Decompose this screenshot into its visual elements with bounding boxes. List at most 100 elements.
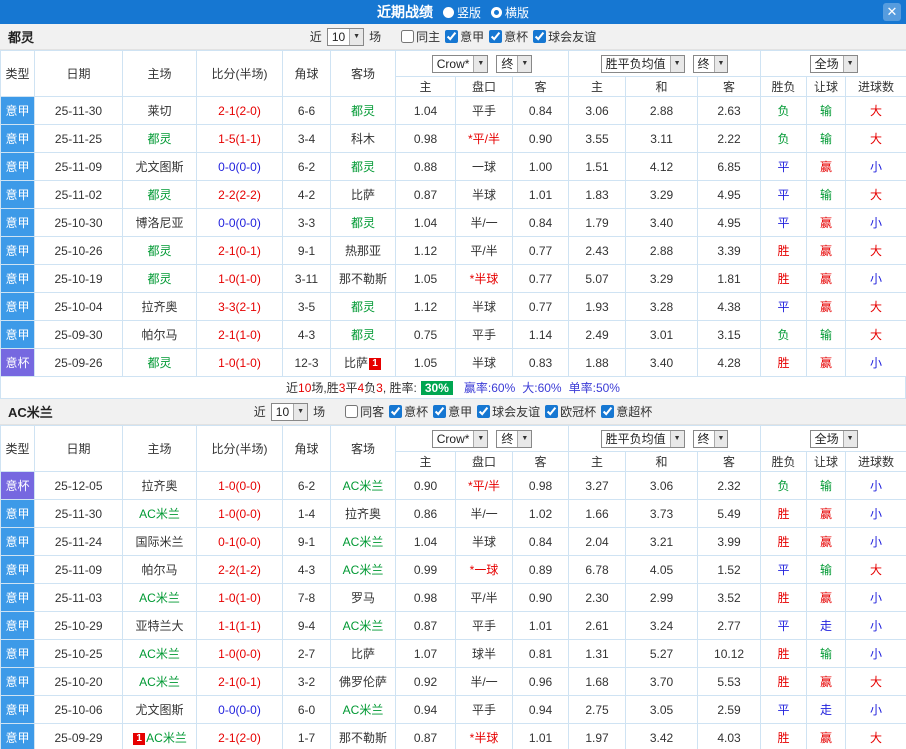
avg-final-select[interactable]: 终 ▼	[692, 429, 729, 448]
league-checkbox-4-option: 意超杯	[601, 403, 652, 420]
sub-header-0: 主	[395, 451, 456, 472]
col-header-corners: 角球	[282, 425, 331, 472]
odds-source-select-value: Crow*	[436, 56, 470, 71]
odds-final-select-value: 终	[501, 57, 514, 71]
close-button[interactable]: ✕	[883, 3, 901, 21]
summary-part: 30%	[420, 380, 453, 395]
home-odds-cell: 1.05	[395, 264, 456, 293]
avg-home-cell: 3.55	[568, 124, 627, 153]
summary-part: 负	[364, 381, 377, 395]
league-checkbox-1[interactable]	[433, 405, 447, 418]
match-count-select[interactable]: 10 ▼	[270, 402, 309, 421]
team-name: AC米兰	[342, 563, 384, 577]
team-section-header: 都灵 近 10 ▼ 场 同主 意甲 意杯 球会友谊	[0, 24, 906, 50]
goals-cell: 大	[845, 180, 906, 209]
dropdown-arrow-icon: ▼	[842, 430, 857, 447]
avg-home-cell: 3.06	[568, 96, 627, 125]
avg-home-cell: 2.04	[568, 527, 627, 556]
home-odds-cell: 0.87	[395, 723, 456, 749]
league-checkbox-1[interactable]	[489, 30, 503, 43]
odds-source-select[interactable]: Crow* ▼	[431, 54, 489, 73]
league-checkbox-1-label: 意杯	[504, 30, 529, 44]
same-venue-checkbox[interactable]	[345, 405, 359, 418]
corners-cell: 9-4	[282, 611, 331, 640]
avg-select[interactable]: 胜平负均值 ▼	[600, 54, 685, 73]
match-count-select[interactable]: 10 ▼	[326, 27, 365, 46]
avg-draw-cell: 2.88	[625, 96, 699, 125]
radio-circle-icon	[442, 6, 454, 18]
same-venue-checkbox[interactable]	[401, 30, 415, 43]
away-odds-cell: 0.96	[511, 667, 570, 696]
away-odds-cell: 0.90	[511, 583, 570, 612]
league-type-cell: 意甲	[0, 152, 35, 181]
sub-header-3: 主	[568, 451, 627, 472]
league-checkbox-3[interactable]	[545, 405, 559, 418]
league-checkbox-0-option: 意杯	[389, 403, 428, 420]
away-odds-cell: 0.77	[511, 264, 570, 293]
avg-away-cell: 5.49	[697, 499, 762, 528]
odds-group-header: Crow* ▼ 终 ▼	[394, 425, 570, 452]
handicap-cell: *平/半	[455, 471, 513, 500]
team-name: 帕尔马	[141, 563, 178, 577]
summary-part: 场,胜	[311, 381, 339, 395]
radio-group: 竖版 横版	[442, 4, 529, 21]
layout-radio-0[interactable]: 竖版	[442, 4, 481, 21]
goals-cell: 小	[845, 639, 906, 668]
summary-part: , 胜率:	[382, 381, 417, 395]
odds-final-select[interactable]: 终 ▼	[496, 54, 533, 73]
goals-cell: 大	[845, 236, 906, 265]
home-team-cell: 1 AC米兰	[122, 723, 197, 749]
handicap-result-cell: 赢	[806, 292, 847, 321]
league-checkbox-1-label: 意甲	[448, 405, 473, 419]
home-odds-cell: 0.99	[395, 555, 456, 584]
summary-part: 4	[357, 380, 365, 395]
goals-cell: 小	[845, 264, 906, 293]
radio-label: 横版	[505, 5, 530, 20]
odds-source-select[interactable]: Crow* ▼	[431, 429, 489, 448]
result-cell: 平	[760, 611, 808, 640]
odds-select-wrap: Crow* ▼ 终 ▼	[397, 429, 568, 448]
team-name-title: 都灵	[8, 30, 35, 45]
league-type-cell: 意甲	[0, 264, 35, 293]
scope-select[interactable]: 全场 ▼	[809, 429, 858, 448]
league-checkbox-0[interactable]	[389, 405, 403, 418]
scope-select[interactable]: 全场 ▼	[809, 54, 858, 73]
avg-final-select[interactable]: 终 ▼	[692, 54, 729, 73]
home-odds-cell: 1.12	[395, 292, 456, 321]
team-name: 都灵	[350, 216, 375, 230]
odds-group-header: Crow* ▼ 终 ▼	[394, 50, 570, 77]
date-cell: 25-10-25	[34, 639, 123, 668]
home-odds-cell: 1.04	[395, 527, 456, 556]
home-odds-cell: 0.98	[395, 124, 456, 153]
date-cell: 25-11-25	[34, 124, 123, 153]
near-label: 近	[309, 30, 322, 44]
avg-home-cell: 1.83	[568, 180, 627, 209]
handicap-cell: 平手	[455, 320, 513, 349]
league-checkbox-0[interactable]	[445, 30, 459, 43]
result-cell: 胜	[760, 583, 808, 612]
avg-away-cell: 3.52	[697, 583, 762, 612]
league-checkbox-4[interactable]	[601, 405, 615, 418]
date-cell: 25-11-02	[34, 180, 123, 209]
odds-final-select[interactable]: 终 ▼	[496, 429, 533, 448]
home-odds-cell: 0.87	[395, 180, 456, 209]
avg-final-select-value: 终	[697, 57, 710, 71]
result-cell: 负	[760, 96, 808, 125]
team-name: 比萨	[350, 647, 375, 661]
team-section: 都灵 近 10 ▼ 场同主 意甲 意杯 球会友谊 类型 日期 主场 比分(半场) 角球 客场 Crow*…	[0, 24, 906, 399]
avg-select[interactable]: 胜平负均值 ▼	[600, 429, 685, 448]
league-checkbox-2[interactable]	[533, 30, 547, 43]
home-team-cell: AC米兰	[122, 499, 197, 528]
score-cell: 1-5(1-1)	[196, 124, 283, 153]
home-team-cell: AC米兰	[122, 667, 197, 696]
match-row: 意甲 25-10-25 AC米兰 1-0(0-0) 2-7 比萨 1.07 球半 0.81 1.3…	[0, 639, 906, 668]
match-row: 意甲 25-11-30 莱切 2-1(2-0) 6-6 都灵 1.04 平手 0.84 3.06 2…	[0, 96, 906, 125]
goals-cell: 大	[845, 320, 906, 349]
handicap-cell: 一球	[455, 152, 513, 181]
league-checkbox-2[interactable]	[477, 405, 491, 418]
league-checkbox-4-label: 意超杯	[616, 405, 653, 419]
team-name: 都灵	[147, 272, 172, 286]
corners-cell: 3-5	[282, 292, 331, 321]
avg-away-cell: 6.85	[697, 152, 762, 181]
layout-radio-1[interactable]: 横版	[491, 4, 529, 21]
